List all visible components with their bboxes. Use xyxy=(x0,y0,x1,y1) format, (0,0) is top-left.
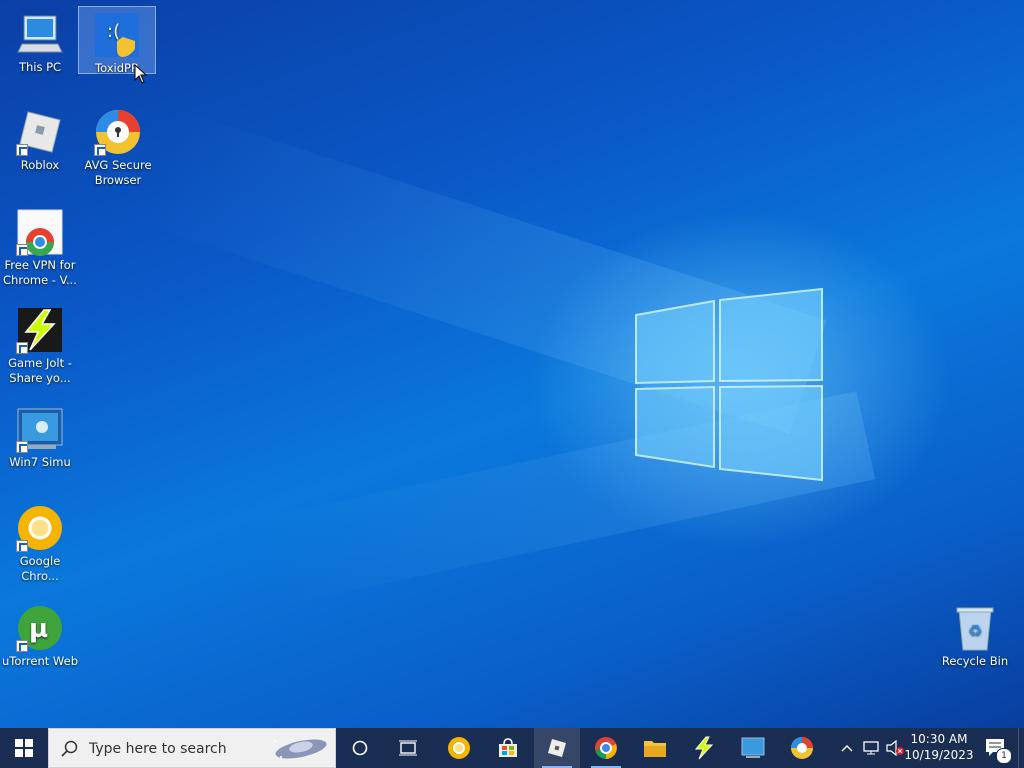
desktop-icon-google-chrome[interactable]: Google Chro... xyxy=(0,500,80,584)
recycle-bin-icon: ♻ xyxy=(951,604,999,652)
vpn-chrome-icon xyxy=(16,208,64,256)
chrome-canary-icon xyxy=(448,737,470,759)
taskbar-clock[interactable]: 10:30 AM 10/19/2023 xyxy=(902,728,976,768)
utorrent-icon: µ xyxy=(16,604,64,652)
desktop: This PC :( ToxidPR Roblox AVG Secure Bro… xyxy=(0,0,1024,728)
desktop-icon-win7-simu[interactable]: Win7 Simu xyxy=(0,401,80,470)
shortcut-arrow-icon xyxy=(16,244,28,256)
store-bag-icon xyxy=(499,738,517,757)
start-button[interactable] xyxy=(0,728,48,768)
shortcut-arrow-icon xyxy=(16,540,28,552)
desktop-icon-label: Game Jolt - Share yo... xyxy=(8,356,72,385)
chrome-icon xyxy=(595,737,617,759)
search-icon xyxy=(61,740,78,757)
desktop-icon-utorrent-web[interactable]: µ uTorrent Web xyxy=(0,600,80,669)
desktop-icon-recycle-bin[interactable]: ♻ Recycle Bin xyxy=(935,600,1015,669)
svg-text::(: :( xyxy=(107,21,120,42)
shortcut-arrow-icon xyxy=(16,144,28,156)
desktop-icon-game-jolt[interactable]: Game Jolt - Share yo... xyxy=(0,302,80,386)
taskbar-app-microsoft-store[interactable] xyxy=(485,728,531,768)
desktop-icon-label: AVG Secure Browser xyxy=(84,158,152,187)
svg-text:♻: ♻ xyxy=(968,621,982,640)
taskbar-search-box[interactable]: Type here to search xyxy=(48,728,336,768)
desktop-icon-roblox[interactable]: Roblox xyxy=(0,104,80,173)
search-placeholder: Type here to search xyxy=(89,741,227,757)
game-jolt-icon xyxy=(16,306,64,354)
task-view-button[interactable] xyxy=(386,728,430,768)
taskbar-app-roblox[interactable] xyxy=(534,728,580,768)
network-icon xyxy=(863,741,879,755)
desktop-icon-label: This PC xyxy=(18,60,62,74)
desktop-icon-label: Recycle Bin xyxy=(941,654,1009,668)
game-jolt-icon xyxy=(694,736,714,760)
clock-time: 10:30 AM xyxy=(910,732,968,746)
taskbar-app-win7-simu[interactable] xyxy=(730,728,776,768)
cortana-circle-icon xyxy=(352,740,368,756)
action-center-button[interactable]: 1 xyxy=(980,728,1012,768)
desktop-icon-label: Roblox xyxy=(20,158,60,172)
shortcut-arrow-icon xyxy=(16,441,28,453)
task-view-icon xyxy=(399,740,417,756)
show-hidden-icons-button[interactable] xyxy=(838,728,856,768)
show-desktop-button[interactable] xyxy=(1018,728,1024,768)
chrome-canary-icon xyxy=(16,504,64,552)
taskbar-app-avg-browser[interactable] xyxy=(779,728,825,768)
windows-logo-wallpaper xyxy=(635,287,823,482)
shortcut-arrow-icon xyxy=(16,640,28,652)
desktop-icon-label: Free VPN for Chrome - V... xyxy=(3,258,77,287)
cortana-button[interactable] xyxy=(338,728,382,768)
win7-simulator-icon xyxy=(16,405,64,453)
chevron-up-icon xyxy=(841,745,853,752)
search-highlight-image-icon xyxy=(274,738,327,759)
desktop-icon-label: Win7 Simu xyxy=(9,455,71,469)
desktop-icon-this-pc[interactable]: This PC xyxy=(0,6,80,75)
mouse-cursor-icon xyxy=(134,64,148,84)
network-button[interactable] xyxy=(860,728,882,768)
taskbar: Type here to search 10:30 AM 10/19/2023 … xyxy=(0,728,1024,768)
computer-icon xyxy=(16,10,64,58)
shortcut-arrow-icon xyxy=(16,342,28,354)
taskbar-app-google-chrome[interactable] xyxy=(583,728,629,768)
desktop-icon-avg-secure-browser[interactable]: AVG Secure Browser xyxy=(78,104,158,188)
svg-text:µ: µ xyxy=(29,614,48,644)
clock-date: 10/19/2023 xyxy=(904,748,974,762)
toxidpr-icon: :( xyxy=(93,11,141,59)
taskbar-app-chrome-canary[interactable] xyxy=(436,728,482,768)
desktop-icon-label: uTorrent Web xyxy=(2,654,78,668)
win7-simulator-icon xyxy=(741,737,765,758)
roblox-icon xyxy=(16,108,64,156)
roblox-icon xyxy=(548,739,566,757)
taskbar-app-file-explorer[interactable] xyxy=(632,728,678,768)
avg-browser-icon xyxy=(94,108,142,156)
desktop-icon-label: Google Chro... xyxy=(19,554,61,583)
shortcut-arrow-icon xyxy=(94,144,106,156)
taskbar-app-game-jolt[interactable] xyxy=(681,728,727,768)
avg-browser-icon xyxy=(791,737,813,759)
folder-icon xyxy=(644,741,666,757)
notification-count-badge: 1 xyxy=(996,748,1012,764)
desktop-icon-free-vpn[interactable]: Free VPN for Chrome - V... xyxy=(0,204,80,288)
windows-start-icon xyxy=(15,739,33,757)
